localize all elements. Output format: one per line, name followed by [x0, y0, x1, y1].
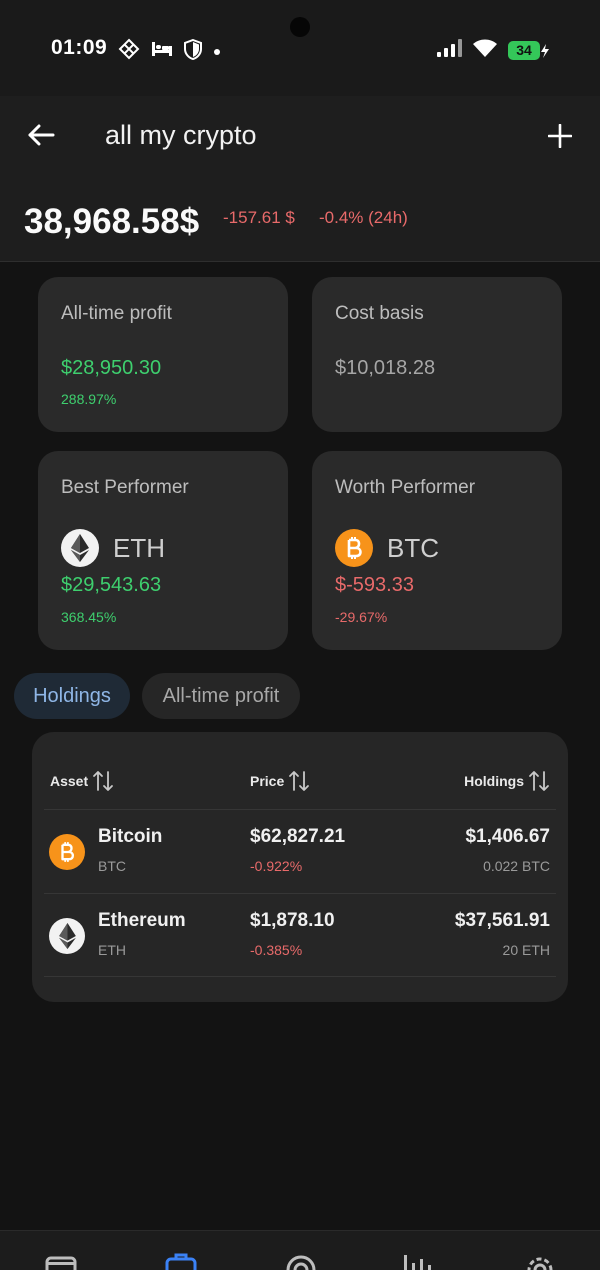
status-icons-left — [118, 38, 221, 65]
gear-icon — [527, 1257, 553, 1270]
asset-name: Bitcoin — [98, 826, 163, 847]
plus-icon — [548, 124, 572, 148]
nav-stats[interactable] — [399, 1253, 439, 1270]
asset-name: Ethereum — [98, 910, 186, 931]
change-absolute: -157.61 $ — [223, 208, 295, 227]
bed-icon — [151, 40, 173, 63]
dot-icon — [213, 43, 221, 61]
best-performer-pct: 368.45% — [61, 609, 117, 625]
signal-icon — [436, 38, 462, 63]
shield-icon — [184, 38, 202, 65]
all-time-profit-pct: 288.97% — [61, 391, 117, 407]
worst-performer-symbol: BTC — [387, 532, 439, 563]
arrow-left-icon — [28, 124, 55, 146]
sort-icon — [93, 771, 114, 791]
card-label: Cost basis — [335, 303, 424, 324]
price-header-label: Price — [250, 773, 285, 789]
bitcoin-icon — [335, 529, 373, 567]
change-percent: -0.4% (24h) — [319, 208, 408, 227]
wifi-icon — [472, 38, 498, 63]
column-header-asset[interactable]: Asset — [50, 770, 114, 792]
grid-diamond-icon — [118, 38, 140, 65]
asset-price-change: -0.922% — [250, 858, 303, 874]
asset-header-label: Asset — [50, 773, 89, 789]
ethereum-icon — [61, 529, 99, 567]
ethereum-icon — [49, 918, 85, 954]
battery-icon: 34 — [508, 41, 550, 60]
best-performer-card: Best Performer ETH $29,543.63 368.45% — [38, 451, 288, 650]
worst-performer-card: Worth Performer BTC $-593.33 -29.67% — [312, 451, 562, 650]
asset-quantity: 0.022 BTC — [483, 858, 550, 874]
card-label: All-time profit — [61, 303, 172, 324]
battery-level: 34 — [508, 41, 540, 60]
status-icons-right: 34 — [436, 38, 550, 63]
tab-all-time-profit[interactable]: All-time profit — [142, 673, 300, 719]
best-performer-coin: ETH — [61, 529, 165, 567]
target-icon — [286, 1255, 316, 1270]
asset-price: $1,878.10 — [250, 910, 335, 931]
asset-price-change: -0.385% — [250, 942, 303, 958]
holdings-header-label: Holdings — [464, 773, 524, 789]
best-performer-value: $29,543.63 — [61, 574, 162, 596]
screen: 01:09 34 all my crypto 38,968.58$ -157.6… — [0, 0, 600, 1270]
sort-icon — [289, 771, 310, 791]
all-time-profit-value: $28,950.30 — [61, 357, 162, 379]
all-time-profit-card: All-time profit $28,950.30 288.97% — [38, 277, 288, 432]
bitcoin-icon — [49, 834, 85, 870]
briefcase-icon — [165, 1253, 197, 1270]
worst-performer-coin: BTC — [335, 529, 439, 567]
column-header-holdings[interactable]: Holdings — [464, 770, 550, 792]
nav-settings[interactable] — [520, 1253, 560, 1270]
add-button[interactable] — [544, 120, 576, 152]
worst-performer-pct: -29.67% — [335, 609, 388, 625]
asset-symbol: ETH — [98, 942, 126, 958]
asset-holdings-value: $37,561.91 — [454, 910, 550, 931]
nav-portfolio[interactable] — [161, 1253, 201, 1270]
bar-chart-icon — [404, 1255, 431, 1270]
status-bar: 01:09 34 — [0, 0, 600, 96]
camera-cutout — [290, 17, 310, 37]
card-label: Best Performer — [61, 477, 189, 498]
holdings-table: Asset Price Holdings Bitcoin BTC $62,827… — [32, 732, 568, 1002]
asset-holdings-value: $1,406.67 — [465, 826, 550, 847]
asset-quantity: 20 ETH — [502, 942, 550, 958]
column-header-price[interactable]: Price — [250, 770, 310, 792]
page-title: all my crypto — [105, 120, 257, 150]
portfolio-header: all my crypto 38,968.58$ -157.61 $ -0.4%… — [0, 96, 600, 262]
cost-basis-card: Cost basis $10,018.28 — [312, 277, 562, 432]
card-icon — [45, 1256, 77, 1270]
tab-holdings[interactable]: Holdings — [14, 673, 130, 719]
worst-performer-value: $-593.33 — [335, 574, 414, 596]
bottom-nav — [0, 1230, 600, 1270]
table-row[interactable]: Bitcoin BTC $62,827.21 -0.922% $1,406.67… — [44, 809, 556, 893]
cost-basis-value: $10,018.28 — [335, 357, 436, 379]
table-row[interactable]: Ethereum ETH $1,878.10 -0.385% $37,561.9… — [44, 893, 556, 977]
asset-price: $62,827.21 — [250, 826, 346, 847]
status-time: 01:09 — [51, 36, 108, 59]
asset-symbol: BTC — [98, 858, 126, 874]
total-value: 38,968.58$ — [24, 202, 200, 241]
nav-target[interactable] — [281, 1253, 321, 1270]
back-button[interactable] — [24, 118, 58, 152]
card-label: Worth Performer — [335, 477, 476, 498]
best-performer-symbol: ETH — [113, 532, 165, 563]
nav-card[interactable] — [41, 1253, 81, 1270]
sort-icon — [529, 771, 549, 791]
